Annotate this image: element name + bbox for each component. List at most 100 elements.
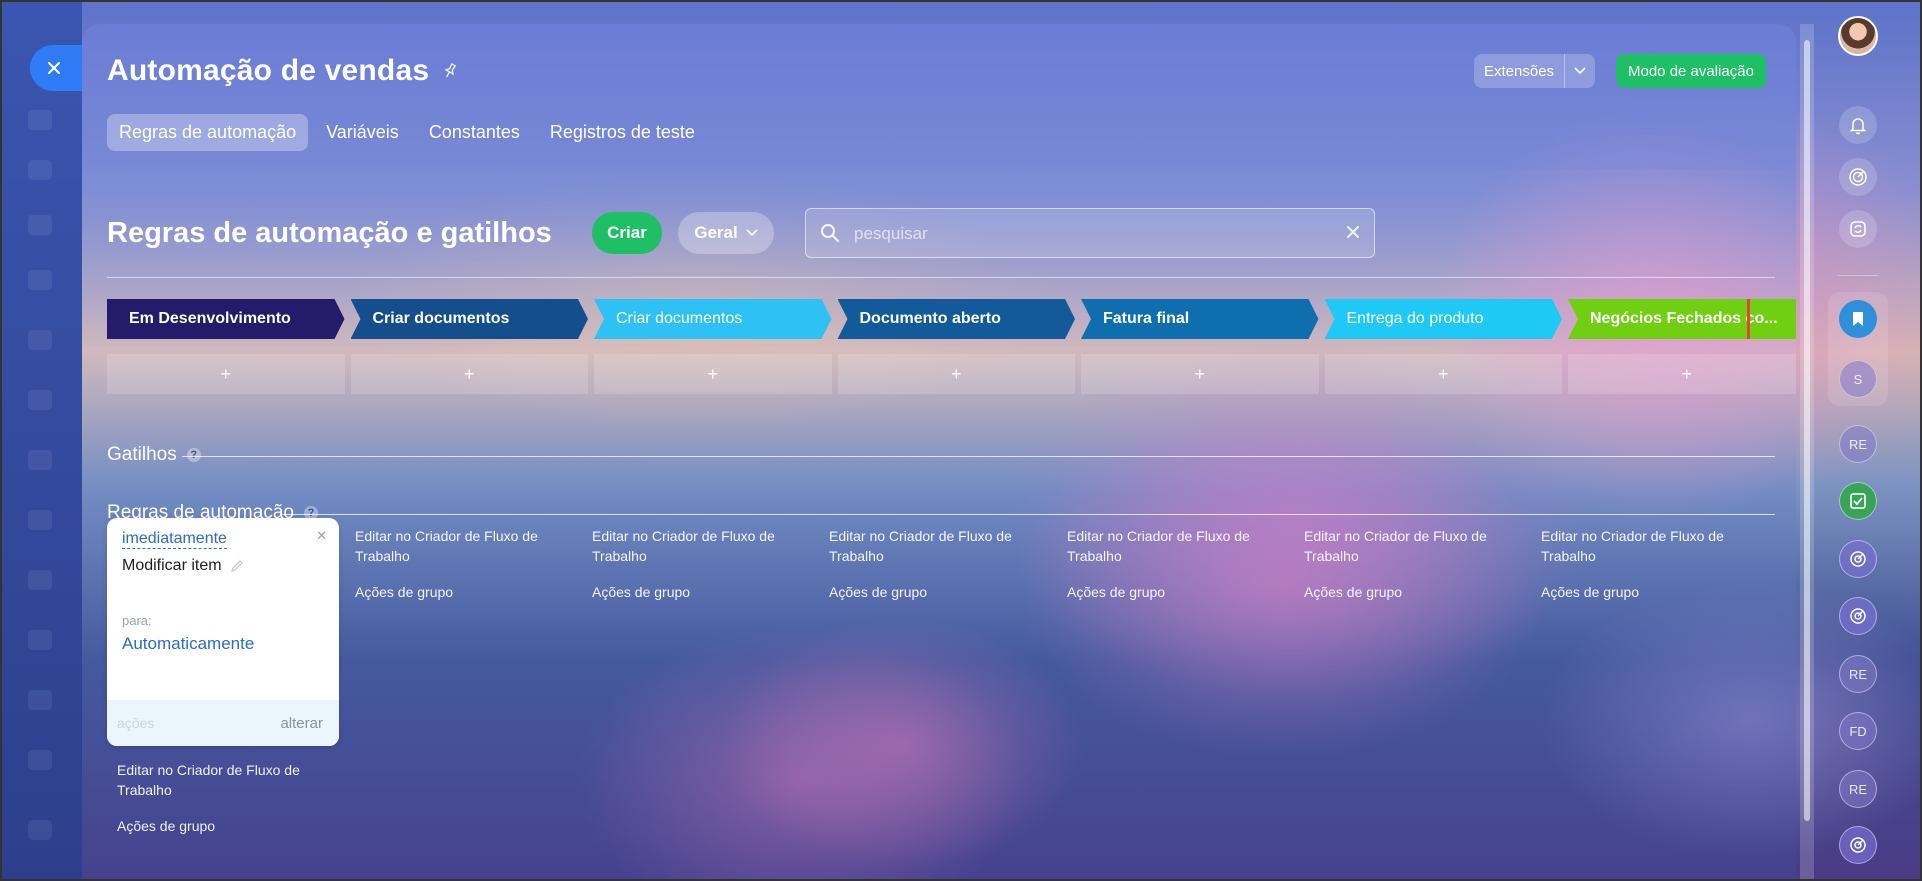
sidebar-placeholder bbox=[28, 820, 52, 840]
chat-channel-icon bbox=[1850, 837, 1866, 853]
rule-for-value[interactable]: Automaticamente bbox=[122, 634, 254, 654]
bookmark-icon bbox=[1853, 312, 1863, 326]
automation-rule-card[interactable]: imediatamente ✕ Modificar item para: Aut… bbox=[107, 518, 339, 746]
close-slider-button[interactable] bbox=[30, 45, 84, 91]
edit-in-workflow-link[interactable]: Editar no Criador de Fluxo de Trabalho bbox=[355, 526, 555, 566]
sidebar-placeholder bbox=[28, 510, 52, 530]
rule-action: Modificar item bbox=[122, 557, 244, 575]
edit-in-workflow-link[interactable]: Editar no Criador de Fluxo de Trabalho bbox=[829, 526, 1029, 566]
target-icon bbox=[1849, 168, 1867, 186]
filter-label: Geral bbox=[694, 223, 738, 242]
group-actions-link[interactable]: Ações de grupo bbox=[117, 818, 317, 834]
pencil-icon[interactable] bbox=[230, 559, 244, 573]
delete-rule-icon[interactable]: ✕ bbox=[316, 528, 327, 544]
sidebar-placeholder bbox=[28, 570, 52, 590]
rule-timing-link[interactable]: imediatamente bbox=[122, 530, 227, 549]
general-filter-button[interactable]: Geral bbox=[678, 212, 774, 254]
add-trigger-button[interactable]: + bbox=[1568, 354, 1796, 394]
group-actions-link[interactable]: Ações de grupo bbox=[1304, 584, 1504, 600]
chat-channel-icon bbox=[1850, 551, 1866, 567]
chat-avatar[interactable]: RE bbox=[1839, 655, 1877, 693]
edit-in-workflow-link[interactable]: Editar no Criador de Fluxo de Trabalho bbox=[1541, 526, 1741, 566]
create-button[interactable]: Criar bbox=[592, 212, 662, 254]
add-trigger-button[interactable]: + bbox=[837, 354, 1075, 394]
help-icon[interactable]: ? bbox=[186, 448, 201, 462]
stage-column[interactable]: Documento aberto bbox=[838, 299, 1076, 339]
rule-change-link[interactable]: alterar bbox=[280, 715, 323, 732]
rule-actions-link[interactable]: ações bbox=[117, 715, 154, 731]
pin-icon[interactable] bbox=[441, 62, 459, 80]
triggers-heading: Gatilhos ? bbox=[107, 444, 201, 466]
rule-for-label: para: bbox=[122, 613, 152, 628]
stage-end-marker bbox=[1747, 299, 1750, 339]
add-trigger-button[interactable]: + bbox=[1324, 354, 1562, 394]
add-trigger-row: + + + + + + + bbox=[107, 354, 1796, 394]
openlines-button[interactable] bbox=[1839, 597, 1877, 635]
group-actions-link[interactable]: Ações de grupo bbox=[592, 584, 792, 600]
sidebar-placeholder bbox=[28, 750, 52, 770]
triggers-divider bbox=[182, 456, 1775, 457]
stage-column[interactable]: Em Desenvolvimento bbox=[107, 299, 345, 339]
section-title: Regras de automação e gatilhos bbox=[107, 217, 552, 249]
activity-button[interactable] bbox=[1839, 158, 1877, 196]
column-links: Editar no Criador de Fluxo de Trabalho A… bbox=[1304, 526, 1504, 600]
edit-in-workflow-link[interactable]: Editar no Criador de Fluxo de Trabalho bbox=[592, 526, 792, 566]
add-trigger-button[interactable]: + bbox=[1081, 354, 1319, 394]
stage-column[interactable]: Criar documentos bbox=[594, 299, 832, 339]
divider bbox=[107, 277, 1775, 278]
bookmark-button[interactable] bbox=[1839, 300, 1877, 338]
column-links: Editar no Criador de Fluxo de Trabalho A… bbox=[1541, 526, 1741, 600]
edit-in-workflow-link[interactable]: Editar no Criador de Fluxo de Trabalho bbox=[1304, 526, 1504, 566]
column-links: Editar no Criador de Fluxo de Trabalho A… bbox=[829, 526, 1029, 600]
sidebar-placeholder bbox=[28, 215, 52, 235]
sidebar-placeholder bbox=[28, 390, 52, 410]
search-icon bbox=[821, 224, 839, 242]
openlines-button[interactable] bbox=[1839, 540, 1877, 578]
tab-test-records[interactable]: Registros de teste bbox=[538, 114, 707, 151]
edit-in-workflow-link[interactable]: Editar no Criador de Fluxo de Trabalho bbox=[117, 760, 317, 800]
avatar[interactable] bbox=[1838, 16, 1878, 56]
stage-column[interactable]: Negócios Fechados co... bbox=[1568, 299, 1796, 339]
sidebar-placeholder bbox=[28, 160, 52, 180]
triggers-label: Gatilhos bbox=[107, 444, 177, 465]
chat-avatar[interactable]: RE bbox=[1839, 770, 1877, 808]
extensions-menu[interactable]: Extensões bbox=[1474, 54, 1596, 88]
tab-bar: Regras de automação Variáveis Constantes… bbox=[107, 114, 707, 151]
openlines-button[interactable] bbox=[1839, 826, 1877, 864]
stage-column[interactable]: Fatura final bbox=[1081, 299, 1319, 339]
tab-constants[interactable]: Constantes bbox=[417, 114, 532, 151]
chat-avatar[interactable]: S bbox=[1839, 360, 1877, 398]
extensions-button[interactable]: Extensões bbox=[1474, 54, 1566, 88]
column-links: Editar no Criador de Fluxo de Trabalho A… bbox=[1067, 526, 1267, 600]
rule-card-footer: ações alterar bbox=[107, 700, 339, 746]
group-actions-link[interactable]: Ações de grupo bbox=[355, 584, 555, 600]
notifications-button[interactable] bbox=[1839, 106, 1877, 144]
clear-search-icon[interactable] bbox=[1344, 223, 1362, 241]
search-input[interactable] bbox=[854, 219, 1324, 249]
stage-column[interactable]: Entrega do produto bbox=[1325, 299, 1563, 339]
add-trigger-button[interactable]: + bbox=[107, 354, 345, 394]
checkbox-icon bbox=[1850, 493, 1866, 509]
add-trigger-button[interactable]: + bbox=[350, 354, 588, 394]
edit-in-workflow-link[interactable]: Editar no Criador de Fluxo de Trabalho bbox=[1067, 526, 1267, 566]
chat-avatar[interactable]: FD bbox=[1839, 712, 1877, 750]
bell-icon bbox=[1849, 118, 1867, 135]
sidebar-placeholder bbox=[28, 330, 52, 350]
sync-button[interactable] bbox=[1839, 210, 1877, 248]
left-sidebar bbox=[0, 0, 82, 881]
tab-automation-rules[interactable]: Regras de automação bbox=[107, 114, 309, 151]
refresh-icon bbox=[1850, 221, 1866, 237]
stage-column[interactable]: Criar documentos bbox=[351, 299, 589, 339]
group-actions-link[interactable]: Ações de grupo bbox=[829, 584, 1029, 600]
group-actions-link[interactable]: Ações de grupo bbox=[1541, 584, 1741, 600]
tasks-button[interactable] bbox=[1839, 482, 1877, 520]
scrollbar-thumb[interactable] bbox=[1804, 40, 1810, 821]
evaluation-mode-button[interactable]: Modo de avaliação bbox=[1616, 54, 1766, 88]
group-actions-link[interactable]: Ações de grupo bbox=[1067, 584, 1267, 600]
chat-avatar[interactable]: RE bbox=[1839, 425, 1877, 463]
extensions-dropdown[interactable] bbox=[1565, 54, 1596, 88]
sidebar-placeholder bbox=[28, 270, 52, 290]
column-links: Editar no Criador de Fluxo de Trabalho A… bbox=[355, 526, 555, 600]
add-trigger-button[interactable]: + bbox=[594, 354, 832, 394]
tab-variables[interactable]: Variáveis bbox=[314, 114, 411, 151]
